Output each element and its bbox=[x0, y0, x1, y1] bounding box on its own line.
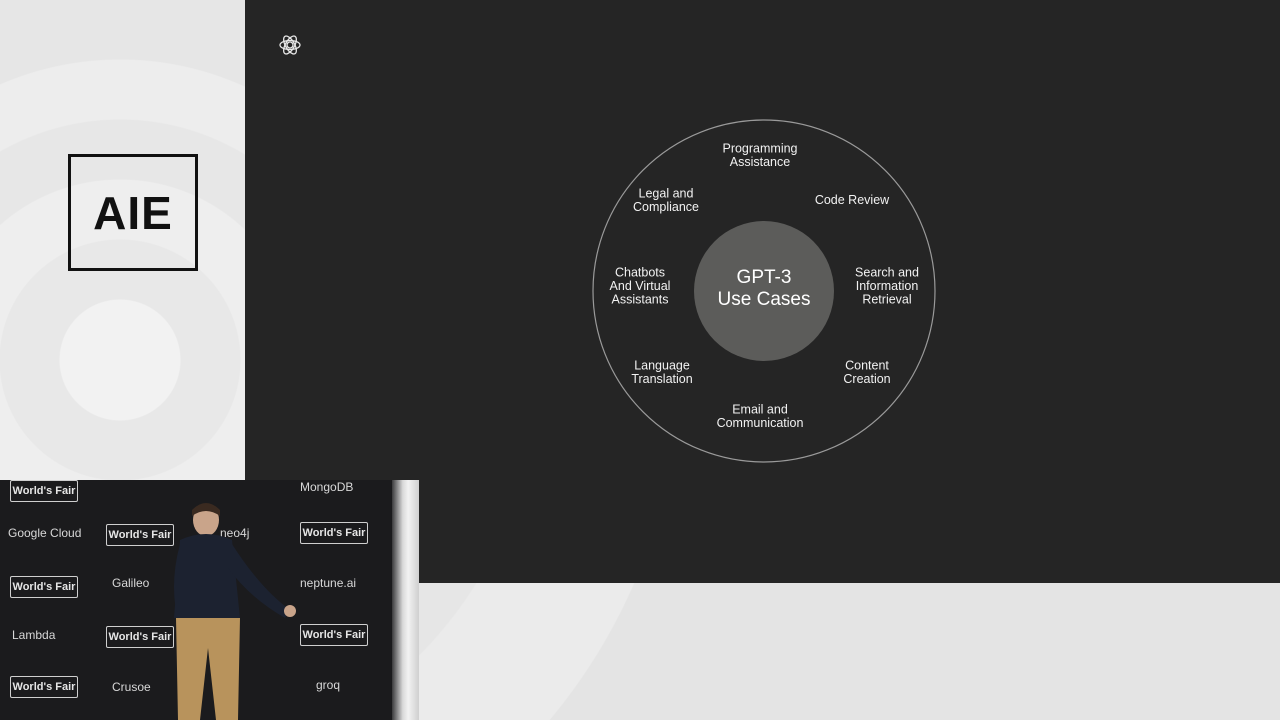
segment-label: ContentCreation bbox=[843, 358, 890, 386]
segment-label-line: Assistance bbox=[730, 155, 790, 169]
center-title-line: GPT-3 bbox=[737, 267, 792, 288]
segment-label: ProgrammingAssistance bbox=[722, 141, 797, 169]
segment-label: Code Review bbox=[815, 193, 890, 207]
segment-label-line: Legal and bbox=[639, 186, 694, 200]
segment-label: Email andCommunication bbox=[717, 402, 804, 430]
segment-label: LanguageTranslation bbox=[631, 358, 692, 386]
segment-label-line: Retrieval bbox=[862, 293, 911, 307]
segment-label: ChatbotsAnd VirtualAssistants bbox=[610, 266, 671, 307]
sponsor-logo: Lambda bbox=[12, 628, 56, 642]
segment-label-line: Communication bbox=[717, 416, 804, 430]
segment-label-line: Programming bbox=[722, 141, 797, 155]
sponsor-logo: Crusoe bbox=[112, 680, 151, 694]
segment-label-line: Assistants bbox=[612, 293, 669, 307]
sponsor-logo: World's Fair bbox=[10, 676, 78, 698]
segment-label-line: Search and bbox=[855, 266, 919, 280]
stage-curtain bbox=[392, 480, 419, 720]
speaker-camera-feed: World's Fair MongoDB Google Cloud World's F… bbox=[0, 480, 419, 720]
aie-logo-text: AIE bbox=[93, 186, 173, 239]
segment-label-line: Creation bbox=[843, 372, 890, 386]
segment-label-line: Compliance bbox=[633, 200, 699, 214]
sponsor-logo: Galileo bbox=[112, 576, 150, 590]
segment-label-line: Code Review bbox=[815, 193, 890, 207]
sponsor-logo: MongoDB bbox=[300, 480, 354, 494]
sponsor-logo: Google Cloud bbox=[8, 526, 82, 540]
segment-label-line: And Virtual bbox=[610, 279, 671, 293]
segment-label-line: Translation bbox=[631, 372, 692, 386]
center-title-line: Use Cases bbox=[718, 289, 811, 310]
segment-label-line: Information bbox=[856, 279, 919, 293]
segment-label-line: Email and bbox=[732, 402, 788, 416]
segment-label-line: Language bbox=[634, 358, 690, 372]
segment-label: Legal andCompliance bbox=[633, 186, 699, 214]
segment-label-line: Chatbots bbox=[615, 266, 665, 280]
presenter-figure bbox=[174, 503, 296, 720]
video-frame: AIE GPT-3 Use Cases Programming Assistance… bbox=[0, 0, 1280, 720]
sponsor-logo: World's Fair bbox=[10, 480, 78, 502]
segment-label: Search andInformationRetrieval bbox=[855, 266, 919, 307]
aie-logo: AIE bbox=[68, 154, 198, 271]
segment-label-line: Content bbox=[845, 358, 889, 372]
sponsor-logo: World's Fair bbox=[10, 576, 78, 598]
